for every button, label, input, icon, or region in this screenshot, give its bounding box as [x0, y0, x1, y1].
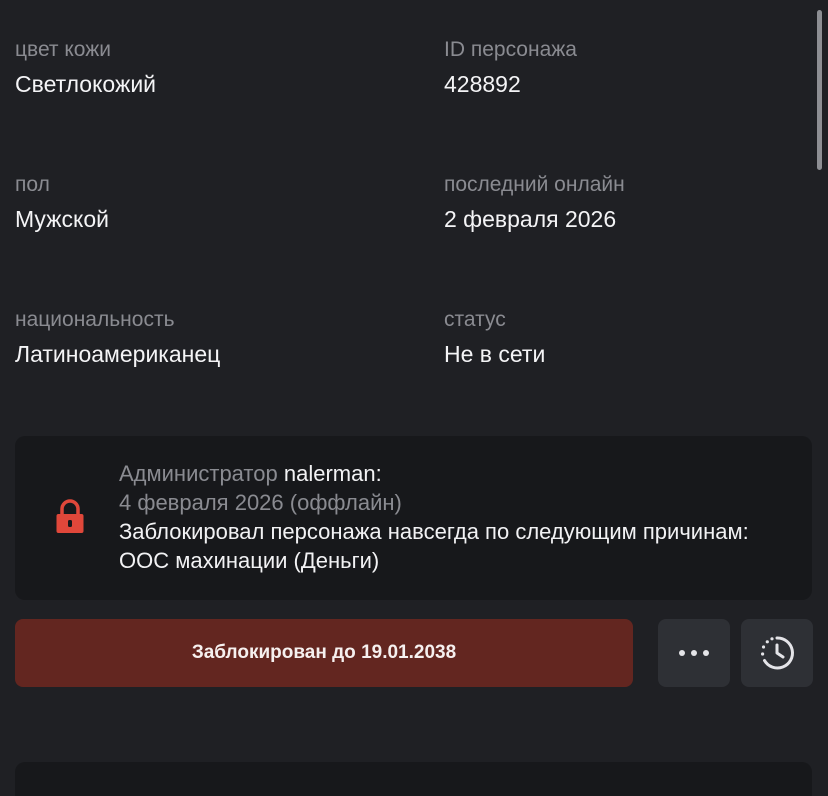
history-icon: [761, 636, 794, 670]
field-label: пол: [15, 173, 50, 196]
field-value: Мужской: [15, 206, 110, 232]
field-gender: пол Мужской: [15, 172, 109, 234]
next-card: [15, 762, 812, 796]
field-label: национальность: [15, 308, 175, 331]
field-last-online: последний онлайн 2 февраля 2026: [444, 172, 625, 234]
field-value: Латиноамериканец: [15, 341, 221, 367]
field-character-id: ID персонажа 428892: [444, 37, 577, 99]
lock-icon: [55, 498, 85, 536]
field-value: 428892: [444, 71, 521, 97]
field-status: статус Не в сети: [444, 307, 545, 369]
ban-admin-name: nalerman:: [283, 461, 382, 486]
field-nationality: национальность Латиноамериканец: [15, 307, 220, 369]
field-label: цвет кожи: [15, 38, 112, 61]
history-button[interactable]: [741, 619, 813, 687]
more-dots-icon: [679, 650, 709, 656]
ban-notice-text: Администратор nalerman: 4 февраля 2026 (…: [119, 459, 799, 575]
field-value: Не в сети: [444, 341, 546, 367]
field-value: 2 февраля 2026: [444, 206, 617, 232]
character-profile-page: цвет кожи Светлокожий ID персонажа 42889…: [0, 0, 828, 796]
scrollbar[interactable]: [817, 10, 822, 170]
ban-reason: Заблокировал персонажа навсегда по следу…: [119, 519, 749, 573]
ban-date: 4 февраля 2026 (оффлайн): [119, 490, 402, 515]
field-value: Светлокожий: [15, 71, 157, 97]
field-skin-color: цвет кожи Светлокожий: [15, 37, 156, 99]
banned-until-button[interactable]: Заблокирован до 19.01.2038: [15, 619, 633, 687]
field-label: ID персонажа: [444, 38, 577, 61]
ban-admin-prefix: Администратор: [119, 461, 278, 486]
more-options-button[interactable]: [658, 619, 730, 687]
field-label: статус: [444, 308, 506, 331]
field-label: последний онлайн: [444, 173, 625, 196]
ban-admin-line: Администратор nalerman:: [119, 459, 799, 488]
